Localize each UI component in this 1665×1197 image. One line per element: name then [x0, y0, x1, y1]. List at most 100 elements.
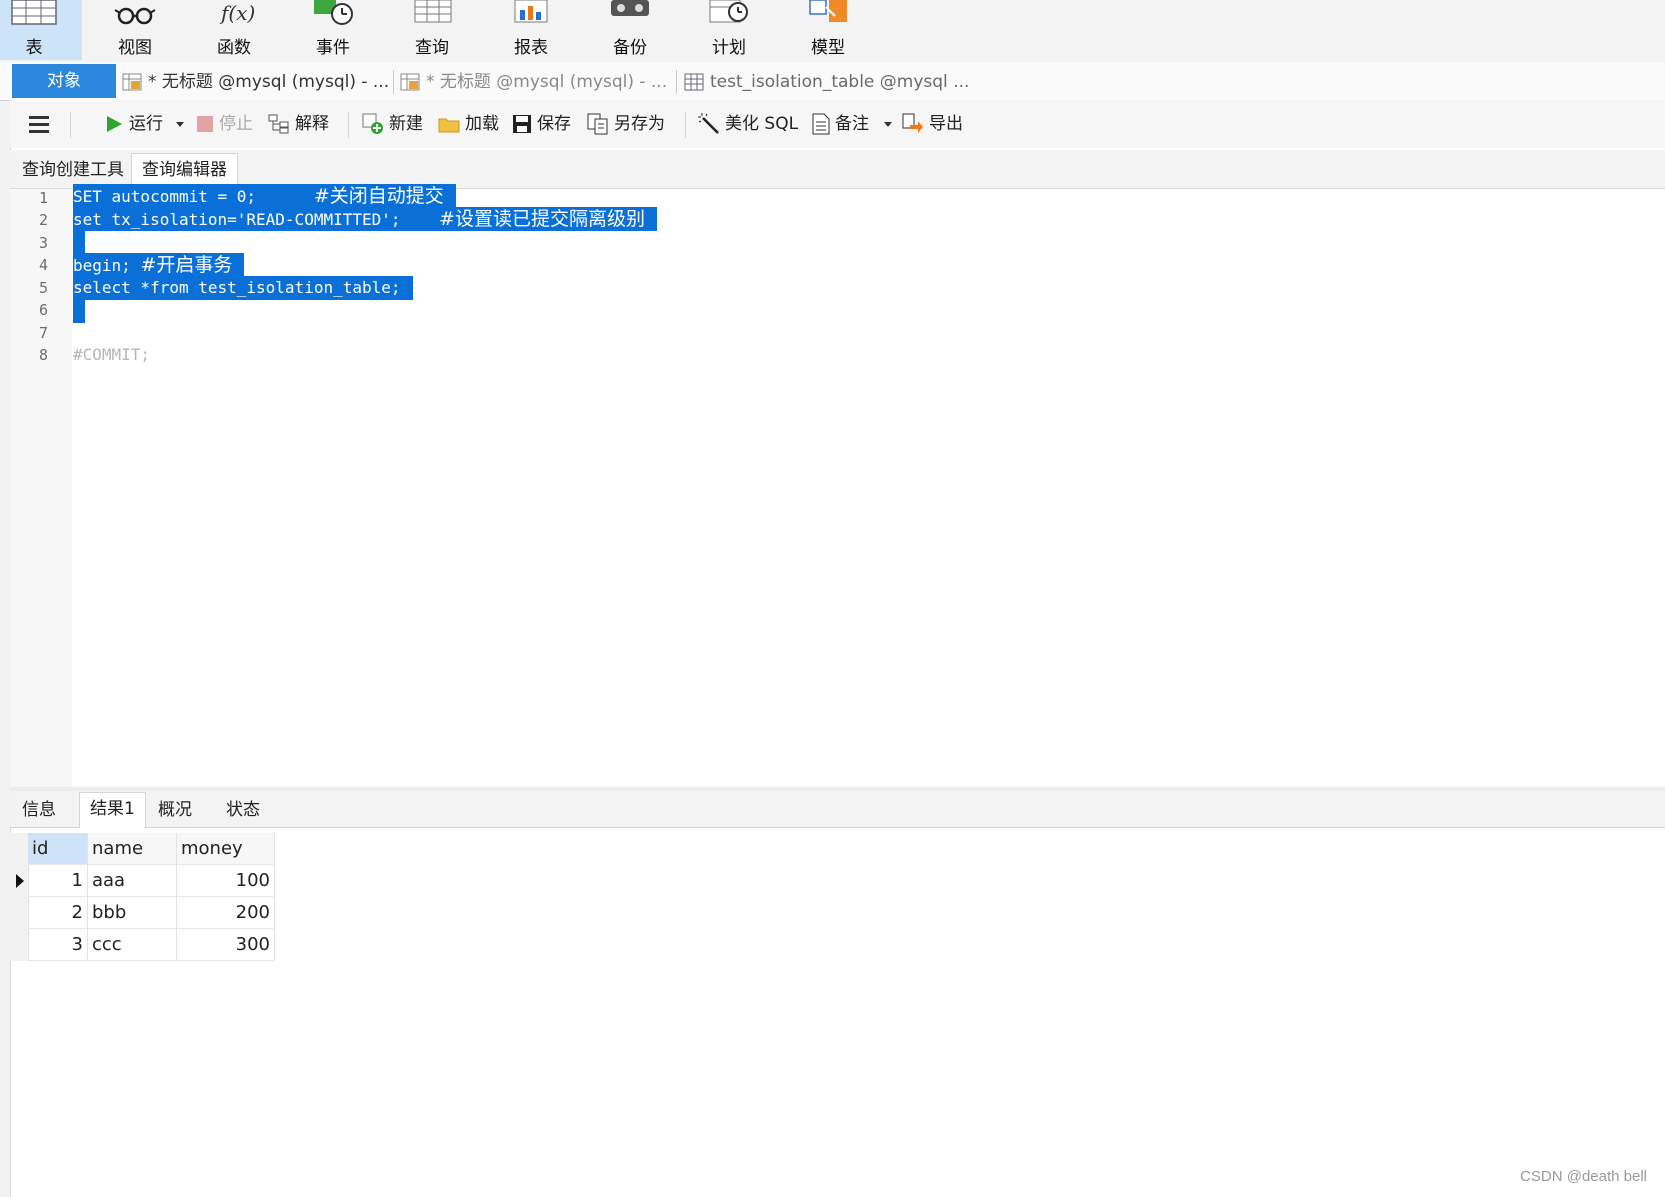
main-toolbar: 表 视图 f(x) 函数 事件 查询 报表 备份 计划 模型 [0, 0, 1665, 63]
code-comment: #设置读已提交隔离级别 [439, 208, 645, 230]
beautify-sql-button[interactable]: 美化 SQL [698, 110, 798, 138]
column-header-name[interactable]: name [88, 833, 177, 865]
toolbar-divider [70, 112, 71, 138]
comment-dropdown[interactable] [883, 110, 898, 138]
save-icon [513, 115, 531, 133]
code-text: select *from test_isolation_table; [73, 278, 401, 297]
tab-info[interactable]: 信息 [12, 794, 66, 826]
explain-button[interactable]: 解释 [268, 110, 329, 138]
event-clock-icon [314, 0, 353, 25]
table-tab-icon [684, 73, 704, 91]
toolbar-query-button[interactable]: 查询 [384, 0, 480, 60]
report-chart-icon [514, 0, 548, 23]
sql-editor[interactable]: 1 2 3 4 5 6 7 8 SET autocommit = 0; #关闭自… [10, 184, 1665, 787]
toolbar-model-button[interactable]: 模型 [780, 0, 876, 60]
tab-overview[interactable]: 概况 [148, 794, 202, 826]
line-number: 7 [38, 324, 48, 342]
play-icon [107, 116, 122, 132]
comment-button[interactable]: 备注 [812, 110, 869, 138]
code-line-3 [73, 230, 85, 254]
save-button[interactable]: 保存 [512, 110, 571, 138]
line-number: 6 [38, 301, 48, 319]
cell-id[interactable]: 1 [28, 865, 88, 897]
row-indicator [10, 865, 29, 897]
save-label: 保存 [537, 114, 571, 134]
toolbar-function-button[interactable]: f(x) 函数 [186, 0, 282, 60]
cell-id[interactable]: 3 [28, 929, 88, 961]
cell-money[interactable]: 200 [177, 897, 275, 929]
code-line-8: #COMMIT; [73, 345, 151, 364]
line-number: 1 [38, 189, 48, 207]
line-number: 4 [38, 256, 48, 274]
toolbar-table-button[interactable]: 表 [0, 0, 82, 60]
backup-icon [611, 0, 649, 16]
code-text: SET autocommit = 0; [73, 187, 314, 206]
tab-query-2[interactable]: * 无标题 @mysql (mysql) - ... [400, 66, 667, 98]
chevron-down-icon [884, 122, 892, 127]
tab-status[interactable]: 状态 [216, 794, 270, 826]
row-indicator [10, 833, 29, 865]
document-icon [812, 113, 830, 135]
chevron-down-icon [176, 122, 184, 127]
toolbar-view-label: 视图 [118, 38, 152, 58]
cell-id[interactable]: 2 [28, 897, 88, 929]
code-line-6 [73, 299, 85, 323]
load-label: 加载 [465, 114, 499, 134]
code-line-1: SET autocommit = 0; #关闭自动提交 [73, 184, 456, 208]
beautify-sql-label: 美化 SQL [725, 114, 799, 134]
toolbar-event-label: 事件 [316, 38, 350, 58]
cell-name[interactable]: ccc [88, 929, 177, 961]
column-header-money[interactable]: money [177, 833, 275, 865]
new-query-icon [362, 113, 383, 134]
tab-result1[interactable]: 结果1 [79, 792, 146, 828]
toolbar-report-button[interactable]: 报表 [483, 0, 579, 60]
line-number-gutter: 1 2 3 4 5 6 7 8 [10, 189, 72, 787]
code-line-2: set tx_isolation='READ-COMMITTED'; #设置读已… [73, 207, 657, 231]
toolbar-divider [685, 112, 686, 138]
model-icon [809, 0, 847, 22]
cell-name[interactable]: bbb [88, 897, 177, 929]
query-tab-icon [122, 73, 142, 91]
code-line-4: begin; #开启事务 [73, 253, 245, 277]
explain-icon [268, 114, 289, 134]
export-label: 导出 [929, 114, 963, 134]
run-label: 运行 [129, 114, 163, 134]
result-tabs: 信息 结果1 概况 状态 [10, 791, 1665, 828]
menu-button[interactable] [28, 110, 55, 138]
function-icon: f(x) [219, 1, 255, 25]
folder-icon [438, 118, 460, 133]
run-button[interactable]: 运行 [104, 110, 163, 138]
new-button[interactable]: 新建 [362, 110, 423, 138]
toolbar-backup-label: 备份 [613, 38, 647, 58]
table-icon [11, 0, 57, 25]
line-number: 3 [38, 234, 48, 252]
tab-query-2-label: * 无标题 @mysql (mysql) - ... [426, 72, 668, 92]
toolbar-view-button[interactable]: 视图 [87, 0, 183, 60]
toolbar-report-label: 报表 [514, 38, 548, 58]
save-as-button[interactable]: 另存为 [587, 110, 665, 138]
toolbar-model-label: 模型 [811, 38, 845, 58]
tab-query-1[interactable]: * 无标题 @mysql (mysql) - ... [122, 66, 389, 98]
cell-money[interactable]: 300 [177, 929, 275, 961]
hamburger-icon [29, 116, 49, 133]
comment-label: 备注 [835, 114, 869, 134]
column-header-id[interactable]: id [28, 833, 88, 865]
toolbar-event-button[interactable]: 事件 [285, 0, 381, 60]
new-label: 新建 [389, 114, 423, 134]
export-button[interactable]: 导出 [902, 110, 963, 138]
toolbar-query-label: 查询 [415, 38, 449, 58]
toolbar-divider [348, 112, 349, 138]
save-as-icon [587, 113, 608, 135]
code-comment: #开启事务 [140, 254, 233, 276]
tab-table[interactable]: test_isolation_table @mysql ... [684, 66, 969, 98]
cell-money[interactable]: 100 [177, 865, 275, 897]
run-dropdown[interactable] [175, 110, 190, 138]
cell-name[interactable]: aaa [88, 865, 177, 897]
tab-query-builder[interactable]: 查询创建工具 [12, 154, 134, 186]
toolbar-schedule-button[interactable]: 计划 [681, 0, 777, 60]
toolbar-backup-button[interactable]: 备份 [582, 0, 678, 60]
tab-objects[interactable]: 对象 [12, 64, 116, 98]
load-button[interactable]: 加载 [438, 110, 499, 138]
stop-button[interactable]: 停止 [196, 110, 253, 138]
query-icon [414, 0, 452, 23]
